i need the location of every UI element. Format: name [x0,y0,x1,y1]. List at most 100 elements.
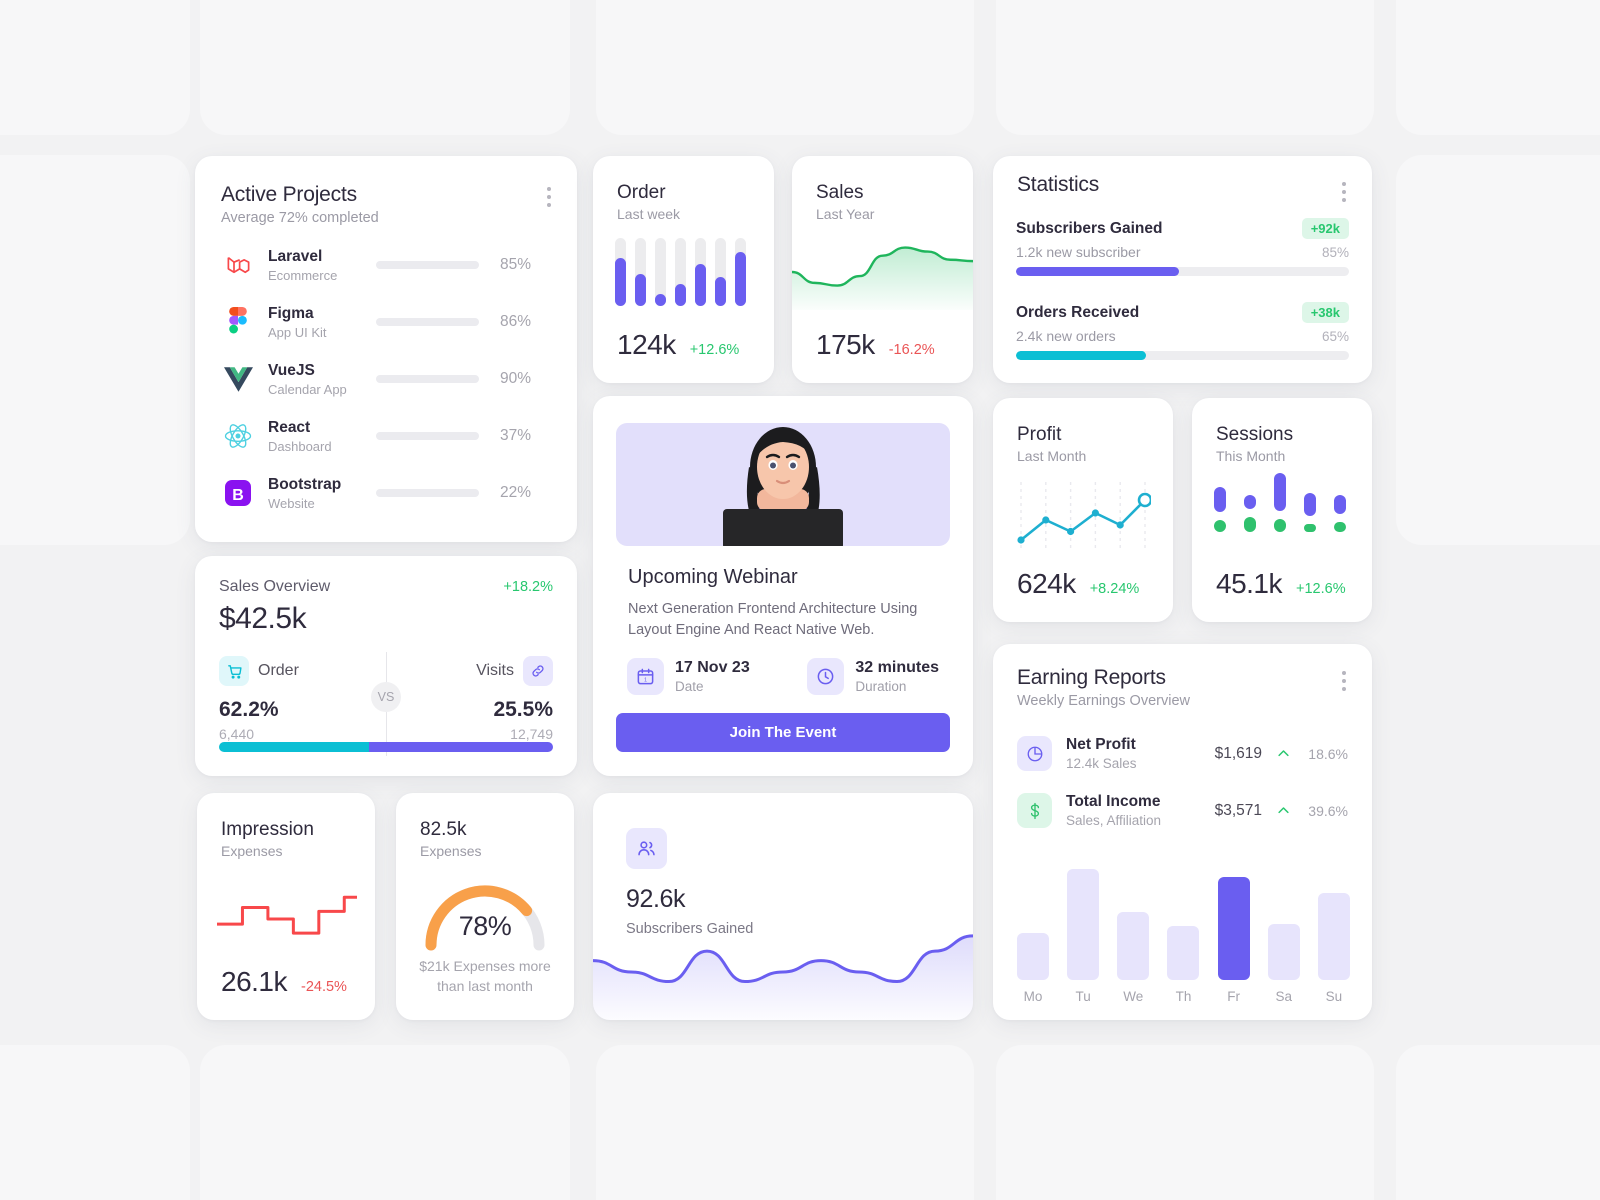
impression-footer: 26.1k -24.5% [221,966,347,998]
impression-card: Impression Expenses 26.1k -24.5% [197,793,375,1020]
bg-tile [0,155,190,545]
sales-overview-change: +18.2% [503,579,553,595]
active-projects-header: Active Projects Average 72% completed [221,183,379,226]
weekday-label: Tu [1075,989,1091,1004]
sessions-value: 45.1k [1216,568,1283,599]
weekly-bar-column: We [1115,911,1151,1004]
statistic-sub: 2.4k new orders 65% [1016,328,1349,344]
order-bar [635,238,646,306]
impression-value: 26.1k [221,966,288,997]
sessions-bar-pair [1244,494,1256,533]
profit-change: +8.24% [1089,581,1140,597]
gauge-percent: 78% [458,911,512,941]
earning-reports-card: Earning Reports Weekly Earnings Overview… [993,644,1372,1020]
status-badge: +38k [1301,302,1349,323]
sales-footer: 175k -16.2% [816,329,935,361]
laravel-logo [221,248,255,282]
earning-amount: $1,619 [1214,744,1262,762]
statistic-name: Orders Received [1016,303,1140,321]
project-desc: App UI Kit [268,324,327,340]
impression-subtitle: Expenses [221,843,283,859]
webinar-description: Next Generation Frontend Architecture Us… [628,601,918,638]
project-desc: Calendar App [268,381,347,397]
more-vertical-icon[interactable] [1342,671,1346,691]
project-percent: 90% [499,370,531,387]
earning-reports-header: Earning Reports Weekly Earnings Overview [1017,666,1190,709]
overview-order-value: 62.2% [219,698,279,721]
weekly-bar-column: Sa [1266,923,1302,1004]
gauge-value: 82.5k [420,819,467,840]
project-percent: 86% [499,313,531,330]
webinar-duration-value: 32 minutes [855,659,939,676]
statistic-percent: 65% [1321,328,1349,344]
statistic-item: Subscribers Gained +92k 1.2k new subscribe… [1016,218,1349,276]
project-desc: Ecommerce [268,267,338,283]
earning-name: Net Profit [1066,736,1136,753]
webinar-title: Upcoming Webinar [628,566,798,588]
statistic-head: Subscribers Gained +92k [1016,218,1349,239]
bg-tile [0,1045,190,1200]
gauge-header: 82.5k Expenses [420,819,481,859]
shopping-cart-icon [219,656,249,686]
sessions-change: +12.6% [1296,581,1346,597]
more-vertical-icon[interactable] [1342,182,1346,202]
expenses-gauge-card: 82.5k Expenses 78% $21k Expenses more th… [396,793,574,1020]
order-bar [715,238,726,306]
order-change: +12.6% [689,342,740,358]
order-value: 124k [617,329,676,360]
profit-card: Profit Last Month 624k +8.24% [993,398,1173,622]
project-names: Bootstrap Website [268,476,376,511]
order-subtitle: Last week [617,206,681,222]
sales-card: Sales Last Year 175k -16.2% [792,156,973,383]
project-row: Figma App UI Kit 86% [221,299,551,345]
earning-row: Net Profit 12.4k Sales $1,619 18.6% [1017,736,1348,771]
order-bar [695,238,706,306]
earning-name: Total Income [1066,793,1161,810]
project-percent: 85% [499,256,531,273]
bg-tile [996,0,1374,135]
bg-tile [200,1045,570,1200]
sales-overview-label: Sales Overview [219,578,331,595]
weekly-bar-column: Su [1316,892,1352,1004]
statistics-title: Statistics [1017,173,1100,196]
earning-reports-subtitle: Weekly Earnings Overview [1017,693,1190,709]
statistic-subtext: 2.4k new orders [1016,328,1116,344]
weekly-bar-column: Tu [1065,869,1101,1004]
weekday-label: Su [1325,989,1343,1004]
sessions-bar-pair [1214,487,1226,533]
project-name: Bootstrap [268,475,342,493]
webinar-duration-text: 32 minutes Duration [855,659,939,694]
sales-overview-amount: $42.5k [219,602,307,635]
profit-header: Profit Last Month [1017,424,1086,464]
project-name: Laravel [268,247,323,265]
project-desc: Dashboard [268,438,332,454]
earning-row: Total Income Sales, Affiliation $3,571 39.6… [1017,793,1348,828]
weekly-bar-column: Th [1165,925,1201,1004]
sessions-bar-pair [1334,495,1346,533]
order-bar [655,238,666,306]
more-vertical-icon[interactable] [547,187,551,207]
overview-order-title: Order [258,662,299,679]
sessions-header: Sessions This Month [1216,424,1293,464]
earning-change: 39.6% [1308,802,1348,819]
earning-desc: Sales, Affiliation [1066,813,1162,828]
join-event-button[interactable]: Join The Event [616,713,950,752]
impression-header: Impression Expenses [221,819,314,859]
weekly-earnings-bar-chart: Mo Tu We Th Fr Sa Su [1015,854,1352,1004]
bg-tile [1396,1045,1600,1200]
order-title: Order [617,182,666,203]
weekday-label: Sa [1275,989,1293,1004]
profit-line-chart [1017,482,1151,548]
project-names: VueJS Calendar App [268,362,376,397]
project-desc: Website [268,495,315,511]
sessions-title: Sessions [1216,424,1294,445]
profit-footer: 624k +8.24% [1017,568,1139,600]
sales-overview-card: Sales Overview +18.2% $42.5k VS Order 62… [195,556,577,776]
project-progress-bar [376,489,479,497]
project-row: Laravel Ecommerce 85% [221,242,551,288]
dollar-sign-icon [1017,793,1052,828]
bg-tile [0,0,190,135]
subscribers-area-chart [593,934,973,1020]
sales-header: Sales Last Year [816,182,874,222]
order-bar [735,238,746,306]
